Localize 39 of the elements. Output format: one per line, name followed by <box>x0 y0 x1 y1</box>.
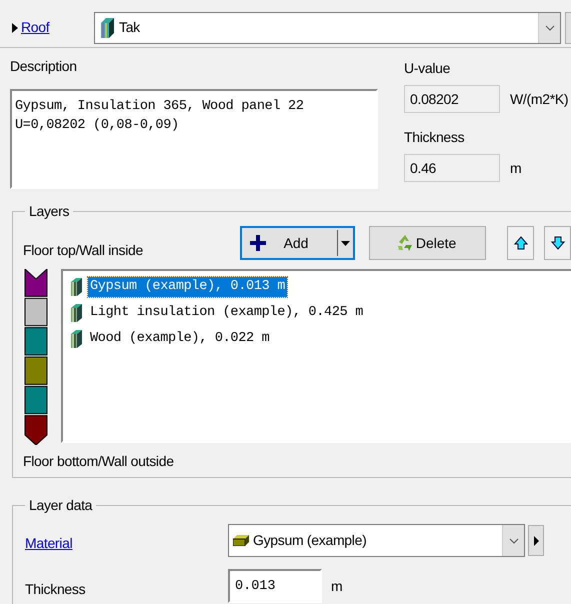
u-value-field: 0.08202 <box>404 85 500 113</box>
move-down-button[interactable] <box>544 226 571 260</box>
thickness-field: 0.46 <box>404 154 500 182</box>
top-side-label: Floor top/Wall inside <box>23 240 144 260</box>
u-value-label: U-value <box>404 59 452 78</box>
material-open-button[interactable] <box>528 525 544 556</box>
thickness-input[interactable]: 0.013 <box>228 569 322 603</box>
roof-link[interactable]: Roof <box>21 17 50 38</box>
construction-dropdown[interactable]: Tak <box>94 12 561 44</box>
layer-item[interactable]: Light insulation (example), 0.425 m <box>88 302 366 324</box>
layer-book-icon <box>71 330 82 348</box>
chevron-down-icon <box>544 24 554 30</box>
construction-icon <box>101 18 114 38</box>
description-label: Description <box>10 57 78 76</box>
layer-book-icon <box>71 278 82 296</box>
arrow-down-icon <box>550 236 565 250</box>
layer-item[interactable]: Gypsum (example), 0.013 m <box>88 276 288 298</box>
bottom-side-label: Floor bottom/Wall outside <box>23 452 175 471</box>
thickness-unit: m <box>331 576 342 596</box>
expand-arrow-icon[interactable] <box>12 22 18 32</box>
delete-button[interactable]: Delete <box>368 226 486 260</box>
layer-item[interactable]: Wood (example), 0.022 m <box>88 328 272 350</box>
move-up-button[interactable] <box>507 226 534 260</box>
thickness-label: Thickness <box>25 580 86 598</box>
chevron-down-icon <box>508 538 518 544</box>
caret-icon <box>340 240 350 246</box>
material-link[interactable]: Material <box>25 533 228 554</box>
material-block-icon <box>233 535 249 546</box>
recycle-icon <box>396 234 414 252</box>
plus-icon <box>250 235 266 251</box>
layer-book-icon <box>71 304 82 322</box>
thickness-unit: m <box>510 158 522 178</box>
arrow-right-icon <box>534 536 538 546</box>
arrow-up-icon <box>514 236 528 250</box>
u-value-unit: W/(m2*K) <box>510 90 568 109</box>
material-dropdown[interactable]: Gypsum (example) <box>228 524 525 557</box>
description-field[interactable]: Gypsum, Insulation 365, Wood panel 22 U=0,08202 (0,08-0,09) <box>10 89 378 189</box>
thickness-label: Thickness <box>404 128 466 147</box>
add-button[interactable]: Add <box>240 226 355 260</box>
